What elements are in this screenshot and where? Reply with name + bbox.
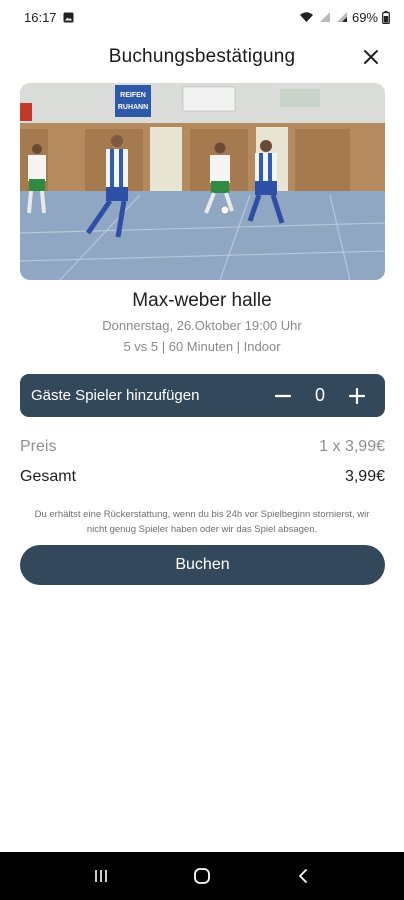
header: Buchungsbestätigung [0, 38, 404, 76]
venue-name: Max-weber halle [132, 290, 272, 311]
home-button[interactable] [182, 856, 222, 896]
guest-players-label: Gäste Spieler hinzufügen [31, 387, 200, 404]
back-button[interactable] [283, 856, 323, 896]
total-value: 3,99€ [344, 468, 385, 485]
minus-icon [275, 394, 291, 397]
status-bar: 16:17 69% [0, 0, 404, 34]
plus-icon [349, 387, 365, 404]
status-time: 16:17 [24, 9, 57, 25]
signal-icon [319, 12, 330, 22]
banner-text-2: RUHANN [118, 104, 148, 111]
refund-note: Du erhältst eine Rückerstattung, wenn du… [34, 509, 370, 535]
wifi-icon [299, 12, 313, 22]
guest-players-bar: Gäste Spieler hinzufügen 0 [20, 374, 385, 417]
battery-icon [382, 10, 390, 24]
venue-format: 5 vs 5 | 60 Minuten | Indoor [123, 339, 281, 354]
guest-stepper: 0 [269, 382, 371, 410]
venue-date: Donnerstag, 26.Oktober 19:00 Uhr [102, 318, 302, 333]
decrement-button[interactable] [269, 382, 297, 410]
recent-apps-icon [94, 870, 107, 882]
system-nav-bar [0, 852, 404, 900]
signal-icon-2 [336, 12, 347, 22]
status-right: 69% [299, 10, 390, 25]
gallery-icon [63, 12, 74, 22]
venue-photo: REIFEN RUHANN [20, 83, 385, 280]
recent-apps-button[interactable] [81, 856, 121, 896]
increment-button[interactable] [343, 382, 371, 410]
price-value: 1 x 3,99€ [319, 438, 385, 455]
total-row: Gesamt 3,99€ [20, 468, 385, 486]
home-icon [194, 868, 210, 884]
page-title: Buchungsbestätigung [108, 46, 296, 67]
total-label: Gesamt [20, 468, 77, 485]
futsal-hall-illustration: REIFEN RUHANN [20, 83, 385, 280]
close-icon [364, 50, 378, 64]
price-label: Preis [20, 438, 57, 455]
banner-text-1: REIFEN [120, 92, 146, 99]
book-button[interactable]: Buchen [20, 545, 385, 585]
close-button[interactable] [358, 44, 384, 70]
battery-percent: 69% [351, 9, 378, 25]
price-row: Preis 1 x 3,99€ [20, 438, 385, 456]
back-icon [299, 869, 308, 883]
status-left: 16:17 [24, 10, 74, 25]
guest-count: 0 [314, 385, 325, 405]
